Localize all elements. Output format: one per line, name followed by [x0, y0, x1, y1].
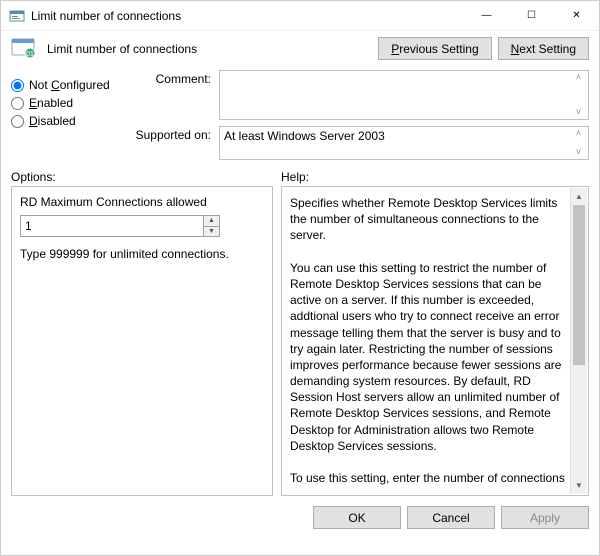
max-connections-input[interactable] [21, 216, 203, 236]
upper-area: Not Configured Enabled Disabled Comment:… [1, 66, 599, 164]
window-controls: — ☐ ✕ [464, 1, 599, 30]
app-icon [9, 8, 25, 24]
scroll-thumb[interactable] [573, 205, 585, 365]
lower-area: RD Maximum Connections allowed ▲ ▼ Type … [1, 186, 599, 496]
state-radios: Not Configured Enabled Disabled [11, 70, 121, 160]
dialog-footer: OK Cancel Apply [1, 496, 599, 529]
maximize-button[interactable]: ☐ [509, 1, 554, 30]
help-text: Specifies whether Remote Desktop Service… [290, 195, 568, 487]
radio-not-configured[interactable]: Not Configured [11, 78, 121, 92]
scroll-up-icon[interactable]: ˄ [571, 73, 586, 82]
spinner-down-icon[interactable]: ▼ [204, 227, 219, 237]
options-label: Options: [11, 170, 281, 184]
ok-button[interactable]: OK [313, 506, 401, 529]
section-labels: Options: Help: [1, 164, 599, 186]
radio-not-configured-input[interactable] [11, 79, 24, 92]
apply-button[interactable]: Apply [501, 506, 589, 529]
policy-title: Limit number of connections [47, 42, 370, 56]
svg-text:01: 01 [26, 51, 34, 58]
scroll-up-icon[interactable]: ˄ [571, 129, 586, 138]
supported-on-value: At least Windows Server 2003 [224, 129, 385, 143]
radio-disabled[interactable]: Disabled [11, 114, 121, 128]
scroll-up-icon[interactable]: ▲ [571, 188, 587, 205]
scroll-down-icon[interactable]: ▼ [571, 477, 587, 494]
radio-disabled-input[interactable] [11, 115, 24, 128]
help-label: Help: [281, 170, 309, 184]
help-scrollbar[interactable]: ▲ ▼ [570, 188, 587, 494]
previous-setting-button[interactable]: Previous Setting [378, 37, 491, 60]
minimize-button[interactable]: — [464, 1, 509, 30]
scroll-down-icon[interactable]: ˅ [571, 148, 586, 157]
supported-on-label: Supported on: [131, 126, 211, 160]
option-hint: Type 999999 for unlimited connections. [20, 247, 264, 261]
window-title: Limit number of connections [31, 9, 464, 23]
cancel-button[interactable]: Cancel [407, 506, 495, 529]
policy-icon: 01 [11, 38, 39, 60]
max-connections-spinner[interactable]: ▲ ▼ [20, 215, 220, 237]
comment-field[interactable]: ˄ ˅ [219, 70, 589, 120]
next-setting-button[interactable]: Next Setting [498, 37, 589, 60]
spinner-up-icon[interactable]: ▲ [204, 216, 219, 227]
scroll-down-icon[interactable]: ˅ [571, 108, 586, 117]
radio-enabled[interactable]: Enabled [11, 96, 121, 110]
radio-enabled-input[interactable] [11, 97, 24, 110]
option-subhead: RD Maximum Connections allowed [20, 195, 264, 209]
scroll-track[interactable] [571, 205, 587, 477]
supported-on-field: At least Windows Server 2003 ˄ ˅ [219, 126, 589, 160]
titlebar: Limit number of connections — ☐ ✕ [1, 1, 599, 31]
comment-label: Comment: [131, 70, 211, 120]
close-button[interactable]: ✕ [554, 1, 599, 30]
help-pane: Specifies whether Remote Desktop Service… [281, 186, 589, 496]
header-row: 01 Limit number of connections Previous … [1, 31, 599, 66]
options-pane: RD Maximum Connections allowed ▲ ▼ Type … [11, 186, 273, 496]
